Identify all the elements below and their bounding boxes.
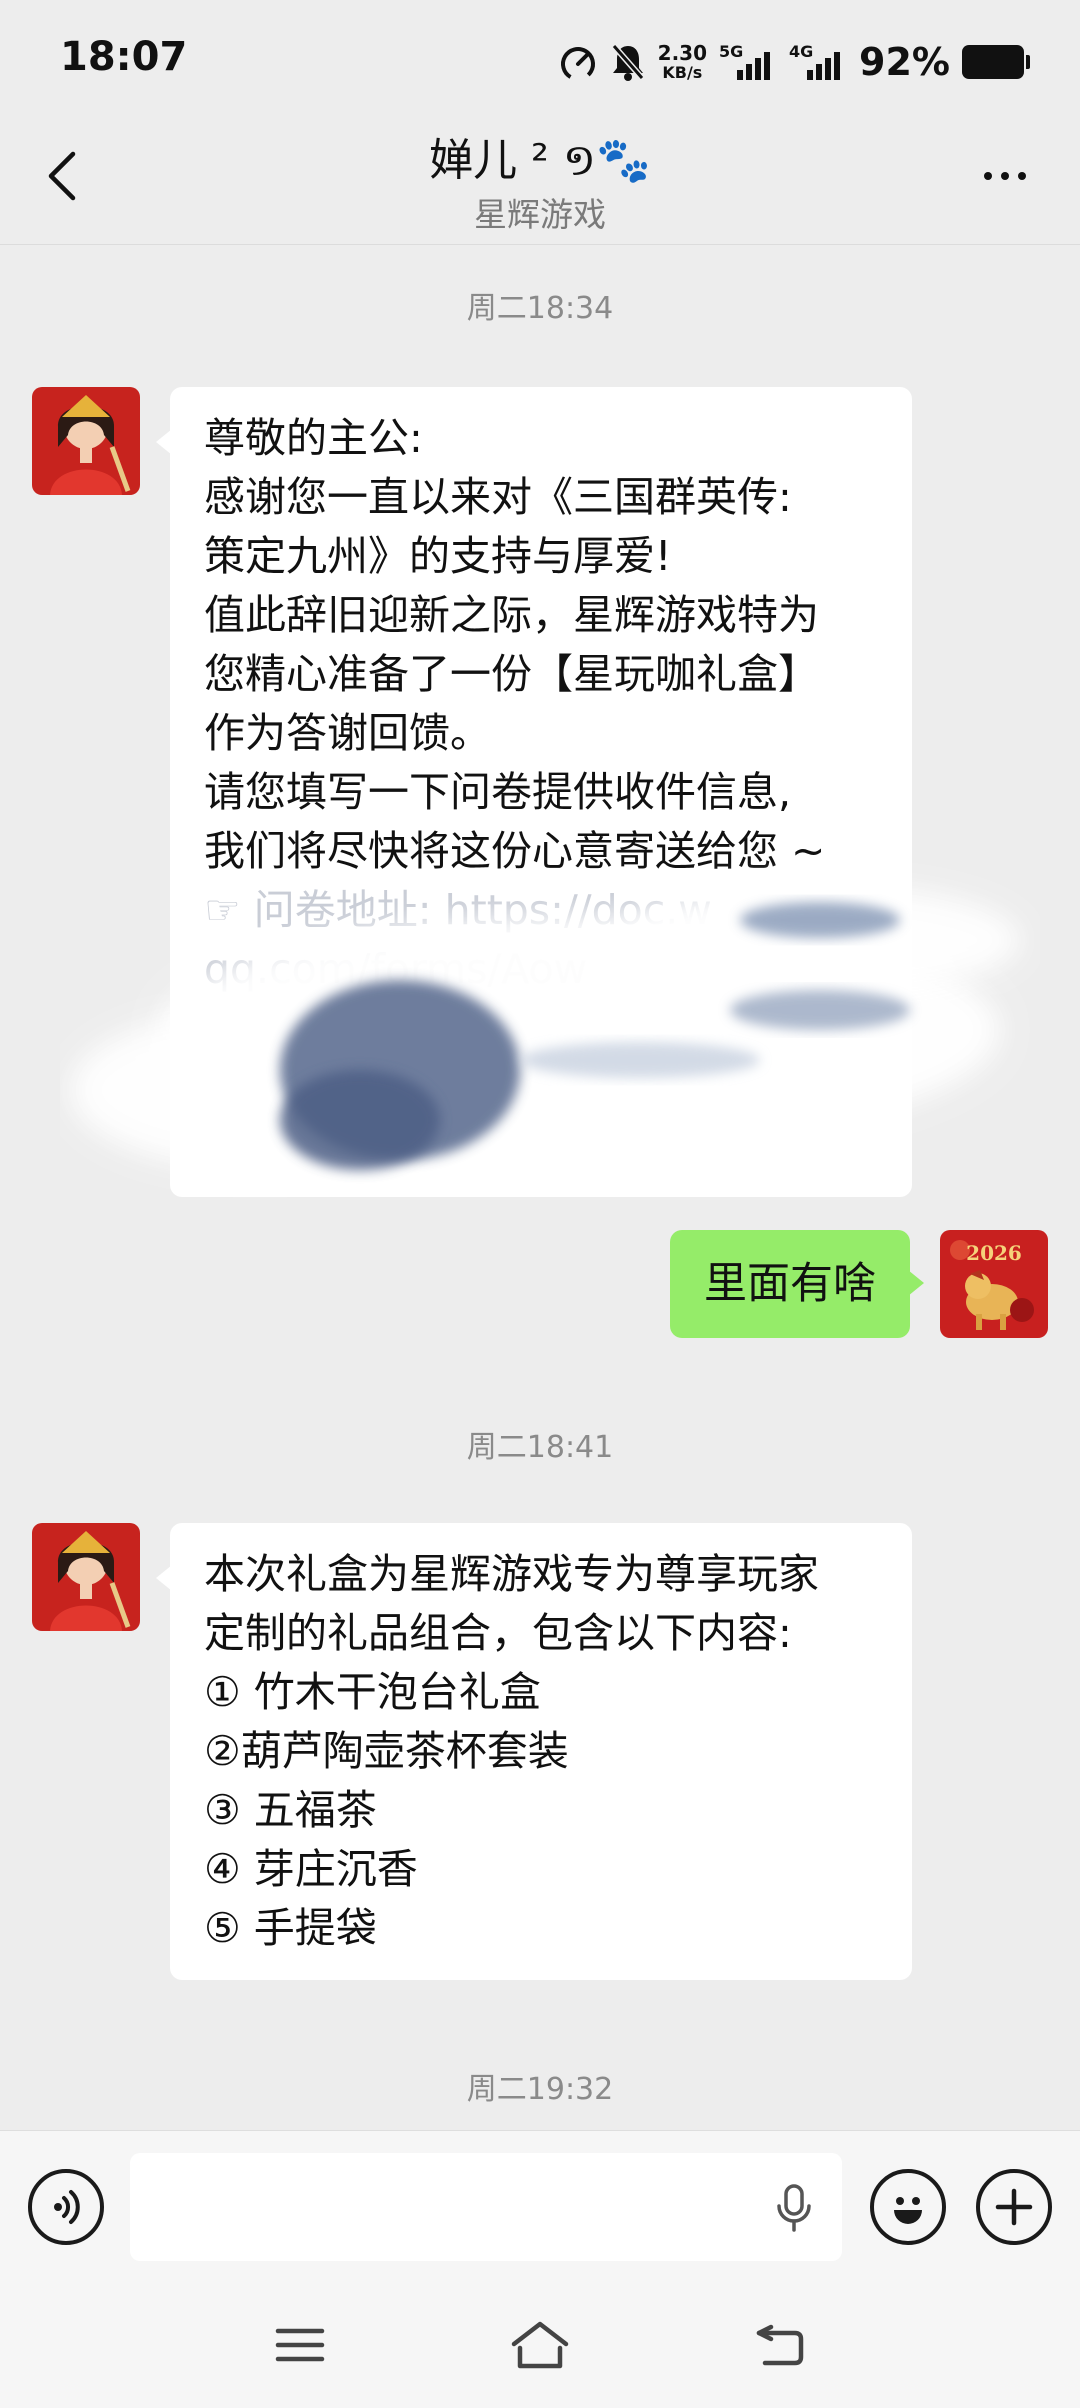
system-nav-bar bbox=[0, 2285, 1080, 2408]
back-icon bbox=[756, 2324, 804, 2366]
sender-avatar-icon bbox=[32, 387, 140, 495]
sender-avatar-icon bbox=[32, 1523, 140, 1631]
timestamp: 周二18:41 bbox=[466, 1430, 614, 1465]
timestamp: 周二19:32 bbox=[466, 2072, 614, 2107]
voice-mode-icon bbox=[54, 2190, 80, 2224]
system-back-button[interactable] bbox=[740, 2309, 820, 2381]
message-bubble[interactable]: 尊敬的主公: 感谢您一直以来对《三国群英传: 策定九州》的支持与厚爱! 值此辞旧… bbox=[156, 387, 912, 1197]
emoji-button[interactable] bbox=[870, 2169, 946, 2245]
message-line: 策定九州》的支持与厚爱! bbox=[204, 532, 672, 580]
battery-icon bbox=[962, 45, 1030, 79]
message-line: 尊敬的主公: bbox=[204, 414, 423, 462]
message-line: 感谢您一直以来对《三国群英传: bbox=[204, 473, 792, 521]
status-time: 18:07 bbox=[60, 34, 188, 80]
bell-muted-icon bbox=[611, 44, 644, 81]
avatar[interactable] bbox=[32, 1523, 140, 1631]
message-line: ④ 芽庄沉香 bbox=[204, 1845, 418, 1893]
survey-link[interactable]: qq.com/forms/Aow bbox=[204, 940, 878, 999]
emoji-icon bbox=[894, 2197, 922, 2224]
microphone-icon[interactable] bbox=[770, 2183, 818, 2233]
signal-icon bbox=[807, 52, 841, 80]
message-bubble[interactable]: 本次礼盒为星辉游戏专为尊享玩家 定制的礼品组合，包含以下内容: ① 竹木干泡台礼… bbox=[156, 1523, 912, 1980]
message-line: 本次礼盒为星辉游戏专为尊享玩家 bbox=[204, 1550, 819, 1598]
signal-icon bbox=[737, 52, 771, 80]
message-line: 您精心准备了一份【星玩咖礼盒】 bbox=[204, 650, 819, 698]
menu-icon bbox=[275, 2328, 325, 2362]
network-speed-value: 2.30 bbox=[657, 41, 708, 65]
timestamp: 周二18:34 bbox=[466, 291, 614, 326]
plus-button[interactable] bbox=[976, 2169, 1052, 2245]
menu-button[interactable] bbox=[260, 2309, 340, 2381]
survey-link[interactable]: ☞ 问卷地址: https://doc.w bbox=[204, 881, 878, 940]
message-line: 定制的礼品组合，包含以下内容: bbox=[204, 1609, 792, 1657]
voice-mode-button[interactable] bbox=[28, 2169, 104, 2245]
message-line: ③ 五福茶 bbox=[204, 1786, 377, 1834]
chat-subtitle: 星辉游戏 bbox=[474, 195, 606, 234]
status-bar: 18:07 2.30 KB/s 5G 4G 92% bbox=[0, 0, 1080, 124]
plus-icon bbox=[995, 2188, 1033, 2226]
home-button[interactable] bbox=[500, 2309, 580, 2381]
message-line: ⑤ 手提袋 bbox=[204, 1904, 377, 1952]
home-icon bbox=[511, 2321, 569, 2369]
status-icons: 2.30 KB/s 5G 4G 92% bbox=[558, 36, 1030, 88]
signal-4g: 4G bbox=[789, 42, 847, 82]
my-message-bubble[interactable]: 里面有啥 bbox=[670, 1230, 924, 1338]
message-line: 作为答谢回馈。 bbox=[204, 709, 491, 757]
message-input[interactable] bbox=[130, 2153, 842, 2261]
avatar[interactable] bbox=[32, 387, 140, 495]
network-speed: 2.30 KB/s bbox=[658, 43, 707, 81]
message-line: 我们将尽快将这份心意寄送给您 ~ bbox=[204, 827, 826, 875]
more-dots-icon[interactable] bbox=[970, 156, 1040, 196]
speedometer-icon bbox=[560, 47, 595, 81]
battery-percent: 92% bbox=[859, 40, 950, 84]
message-line: 值此辞旧迎新之际，星辉游戏特为 bbox=[204, 591, 819, 639]
message-line: 请您填写一下问卷提供收件信息, bbox=[204, 768, 792, 816]
signal-5g: 5G bbox=[719, 42, 777, 82]
svg-text:2026: 2026 bbox=[966, 1241, 1022, 1265]
message-line: ②葫芦陶壶茶杯套装 bbox=[204, 1727, 569, 1775]
chat-header: 婵儿 ² ១🐾 星辉游戏 bbox=[0, 110, 1080, 245]
chat-title: 婵儿 ² ១🐾 bbox=[429, 135, 651, 186]
message-line: ① 竹木干泡台礼盒 bbox=[204, 1668, 541, 1716]
my-avatar-icon: 2026 bbox=[940, 1230, 1048, 1338]
input-bar bbox=[0, 2130, 1080, 2285]
my-avatar[interactable]: 2026 bbox=[940, 1230, 1048, 1338]
network-speed-unit: KB/s bbox=[662, 63, 703, 82]
